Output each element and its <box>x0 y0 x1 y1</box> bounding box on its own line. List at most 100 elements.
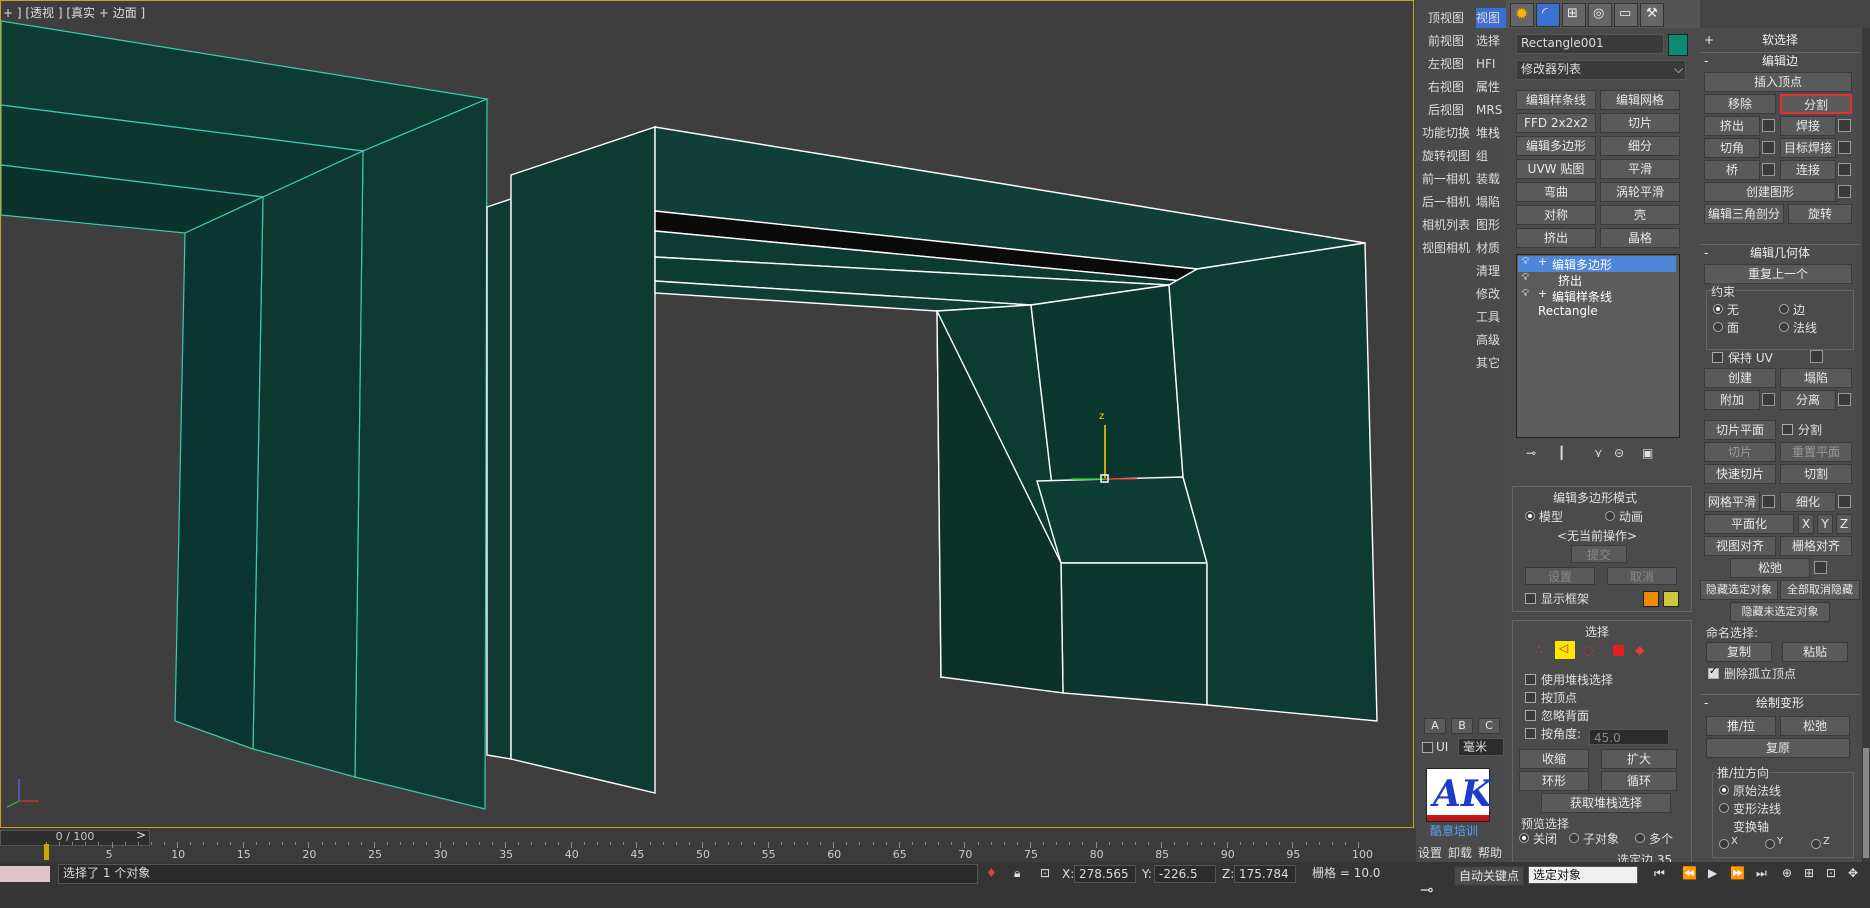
side-button[interactable]: 选择 <box>1476 31 1506 51</box>
animate-radio[interactable] <box>1605 511 1615 521</box>
view-button[interactable]: 相机列表 <box>1418 215 1474 235</box>
hide-unselected-button[interactable]: 隐藏未选定对象 <box>1730 602 1830 622</box>
show-cage-checkbox[interactable] <box>1525 593 1536 604</box>
lightbulb-icon[interactable]: 💡︎ <box>1522 256 1529 267</box>
constraint-edge-radio[interactable] <box>1779 304 1789 314</box>
preserve-uv-checkbox[interactable] <box>1712 352 1723 363</box>
preview-off-radio[interactable] <box>1519 833 1529 843</box>
create-shape-settings-icon[interactable] <box>1838 185 1851 198</box>
auto-key-button[interactable]: 自动关键点 <box>1454 866 1524 886</box>
modifier-button[interactable]: 编辑网格 <box>1600 90 1680 110</box>
collapse-button[interactable]: 塌陷 <box>1780 368 1852 388</box>
side-button[interactable]: 清理 <box>1476 261 1506 281</box>
side-button[interactable]: 图形 <box>1476 215 1506 235</box>
side-button[interactable]: 其它 <box>1476 353 1506 373</box>
view-button[interactable]: 后视图 <box>1418 100 1474 120</box>
prev-frame-icon[interactable]: ⏪ <box>1682 866 1697 880</box>
push-pull-button[interactable]: 推/拉 <box>1706 716 1776 736</box>
create-button[interactable]: 创建 <box>1704 368 1776 388</box>
grid-align-button[interactable]: 栅格对齐 <box>1780 536 1852 556</box>
relax-button[interactable]: 松弛 <box>1730 558 1810 578</box>
stack-item[interactable]: 💡︎ 挤出 <box>1518 272 1676 288</box>
modifier-button[interactable]: 涡轮平滑 <box>1600 182 1680 202</box>
modifier-button[interactable]: 细分 <box>1600 136 1680 156</box>
pan-icon[interactable]: ✥ <box>1848 866 1858 880</box>
play-icon[interactable]: ▶ <box>1708 866 1717 880</box>
object-name-field[interactable]: Rectangle001 <box>1516 34 1664 54</box>
repeat-last-button[interactable]: 重复上一个 <box>1704 264 1852 284</box>
lightbulb-icon[interactable]: 💡︎ <box>1522 272 1529 283</box>
view-button[interactable]: 后一相机 <box>1418 192 1474 212</box>
z-coordinate[interactable]: 175.784 <box>1234 865 1296 883</box>
settings-button[interactable]: 设置 <box>1525 567 1595 585</box>
constraint-normal-radio[interactable] <box>1779 322 1789 332</box>
cage-color-2[interactable] <box>1663 591 1679 607</box>
remove-modifier-icon[interactable]: ⊝ <box>1614 446 1624 460</box>
side-button[interactable]: 堆栈 <box>1476 123 1506 143</box>
connect-settings-icon[interactable] <box>1838 163 1851 176</box>
axis-z-radio[interactable] <box>1811 839 1821 849</box>
stack-item[interactable]: 💡︎ + 编辑样条线 <box>1518 287 1676 304</box>
isolate-icon[interactable]: ♦ <box>986 866 997 880</box>
detach-settings-icon[interactable] <box>1838 393 1851 406</box>
view-button[interactable]: 前视图 <box>1418 31 1474 51</box>
side-button[interactable]: 工具 <box>1476 307 1506 327</box>
vertex-mode-icon[interactable]: ∴ <box>1535 643 1543 657</box>
modifier-button[interactable]: 切片 <box>1600 113 1680 133</box>
remove-button[interactable]: 移除 <box>1704 94 1776 114</box>
side-button[interactable]: 属性 <box>1476 77 1506 97</box>
modifier-list-dropdown[interactable]: 修改器列表 <box>1516 60 1686 80</box>
stack-item[interactable]: 💡︎ + 编辑多边形 <box>1518 255 1676 272</box>
ring-button[interactable]: 环形 <box>1519 771 1589 791</box>
expand-icon[interactable]: + <box>1538 255 1547 268</box>
view-button[interactable]: 旋转视图 <box>1418 146 1474 166</box>
edit-geometry-header[interactable]: - 编辑几何体 <box>1700 244 1860 260</box>
target-weld-settings-icon[interactable] <box>1838 141 1851 154</box>
attach-button[interactable]: 附加 <box>1704 390 1760 410</box>
timeline[interactable]: 0 / 100 > 5 10 15 20 25 30 35 40 45 50 55 60 65 70 75 8… <box>0 828 1416 862</box>
viewport-label[interactable]: + ] [透视 ] [真实 + 边面 ] <box>3 4 145 21</box>
next-frame-icon[interactable]: > <box>136 828 146 842</box>
relax-settings-icon[interactable] <box>1814 561 1827 574</box>
modifier-button[interactable]: 晶格 <box>1600 228 1680 248</box>
rollout-title[interactable]: 选择 <box>1585 623 1609 640</box>
side-button[interactable]: HFI <box>1476 54 1506 74</box>
selection-option-checkbox[interactable] <box>1525 710 1536 721</box>
lightbulb-icon[interactable]: 💡︎ <box>1522 288 1529 299</box>
planar-y-button[interactable]: Y <box>1817 514 1833 534</box>
get-stack-selection-button[interactable]: 获取堆栈选择 <box>1541 793 1671 813</box>
utilities-tab-icon[interactable]: ⚒ <box>1640 3 1664 27</box>
zoom-extents-icon[interactable]: ⊡ <box>1826 866 1836 880</box>
side-button[interactable]: 装载 <box>1476 169 1506 189</box>
next-key-icon[interactable]: ⏩ <box>1730 866 1745 880</box>
logo-caption[interactable]: 酷意培训 <box>1430 822 1478 839</box>
chamfer-settings-icon[interactable] <box>1762 141 1775 154</box>
display-tab-icon[interactable]: ▭ <box>1614 3 1638 27</box>
target-weld-button[interactable]: 目标焊接 <box>1780 138 1836 158</box>
unit-select[interactable]: 毫米 <box>1458 738 1504 756</box>
cut-button[interactable]: 切割 <box>1780 464 1852 484</box>
pin-stack-icon[interactable]: ⊸ <box>1526 446 1536 460</box>
polygon-mode-icon[interactable] <box>1613 645 1624 656</box>
selection-option-checkbox[interactable] <box>1525 692 1536 703</box>
hide-selected-button[interactable]: 隐藏选定对象 <box>1700 580 1778 600</box>
cage-color-1[interactable] <box>1643 591 1659 607</box>
abc-button[interactable]: A <box>1424 718 1446 734</box>
view-button[interactable]: 顶视图 <box>1418 8 1474 28</box>
preview-subobj-radio[interactable] <box>1569 833 1579 843</box>
bridge-settings-icon[interactable] <box>1762 163 1775 176</box>
view-button[interactable]: 右视图 <box>1418 77 1474 97</box>
side-button[interactable]: 组 <box>1476 146 1506 166</box>
modifier-button[interactable]: UVW 贴图 <box>1516 159 1596 179</box>
split-button[interactable]: 分割 <box>1780 94 1852 114</box>
constraint-none-radio[interactable] <box>1713 304 1723 314</box>
create-tab-icon[interactable]: ✹ <box>1510 3 1534 27</box>
modifier-button[interactable]: 平滑 <box>1600 159 1680 179</box>
modifier-button[interactable]: 挤出 <box>1516 228 1596 248</box>
attach-list-icon[interactable] <box>1762 393 1775 406</box>
abc-button[interactable]: B <box>1451 718 1473 734</box>
modifier-button[interactable]: 弯曲 <box>1516 182 1596 202</box>
shrink-button[interactable]: 收缩 <box>1519 749 1589 769</box>
side-button[interactable]: 塌陷 <box>1476 192 1506 212</box>
maxscript-listener[interactable] <box>0 866 50 882</box>
